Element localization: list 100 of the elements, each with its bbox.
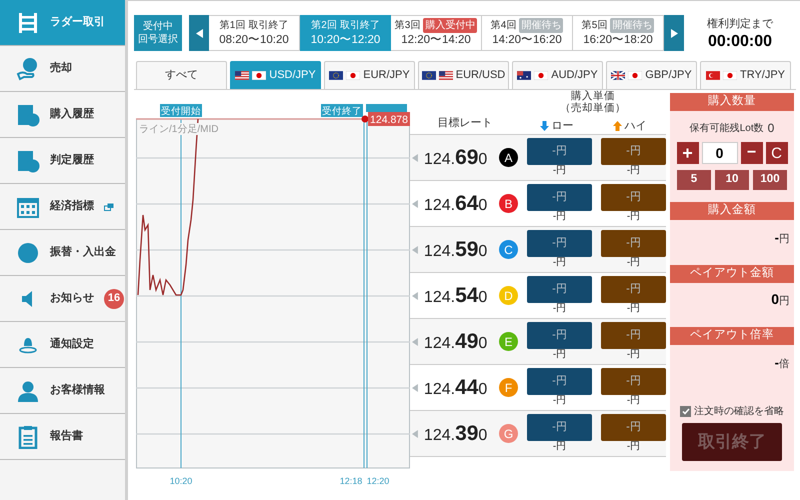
session-status: 購入受付中 xyxy=(423,18,478,33)
low-button[interactable]: -円 xyxy=(527,276,592,303)
unit-label: 倍 xyxy=(779,356,790,372)
pointer-icon xyxy=(412,292,418,300)
low-button[interactable]: -円 xyxy=(527,368,592,395)
high-button[interactable]: -円 xyxy=(601,276,666,303)
rate-letter: B xyxy=(499,194,518,213)
amount-value: - xyxy=(774,229,779,247)
target-rate: 124.640 xyxy=(424,190,488,217)
price-label: -円 xyxy=(552,441,566,453)
eu-flag-icon xyxy=(422,71,436,80)
low-button[interactable]: -円 xyxy=(527,184,592,211)
pointer-icon xyxy=(412,338,418,346)
person-icon xyxy=(16,378,40,402)
plus-button[interactable]: + xyxy=(676,142,698,164)
us-flag-icon xyxy=(235,71,250,80)
checkbox-label: 注文時の確認を省略 xyxy=(694,404,784,419)
currency-tab[interactable]: すべて xyxy=(136,61,227,89)
price-label: -円 xyxy=(626,441,640,453)
low-button[interactable]: -円 xyxy=(527,230,592,257)
rate-letter: F xyxy=(499,378,518,397)
session-time: 14:20〜16:20 xyxy=(492,33,562,48)
target-rate: 124.540 xyxy=(424,282,488,309)
rate-letter: A xyxy=(499,148,518,167)
column-header: ハイ xyxy=(624,119,646,134)
high-button[interactable]: -円 xyxy=(601,368,666,395)
time-label: 12:18 xyxy=(340,476,362,486)
session-tab[interactable]: 第3回 購入受付中 12:20〜14:20 xyxy=(391,15,482,51)
low-button[interactable]: -円 xyxy=(527,138,592,165)
price-label: -円 xyxy=(552,303,566,315)
session-number: 第1回 xyxy=(220,19,246,33)
session-select-button[interactable]: 受付中 回号選択 xyxy=(134,15,182,51)
pointer-icon xyxy=(412,246,418,254)
currency-tab[interactable]: AUD/JPY xyxy=(512,61,603,89)
preset-button[interactable]: 100 xyxy=(753,170,787,190)
high-button[interactable]: -円 xyxy=(601,322,666,349)
up-arrow-icon xyxy=(612,121,622,132)
high-button[interactable]: -円 xyxy=(601,138,666,165)
previous-button[interactable] xyxy=(189,15,209,51)
session-number: 第4回 xyxy=(490,19,516,33)
target-rate: 124.690 xyxy=(424,144,488,171)
price-label: -円 xyxy=(626,257,640,269)
preset-button[interactable]: 5 xyxy=(677,170,711,190)
currency-tab[interactable]: GBP/JPY xyxy=(606,61,697,89)
target-rate: 124.390 xyxy=(424,420,488,447)
session-tab[interactable]: 第1回 取引終了 08:20〜10:20 xyxy=(209,15,300,51)
clear-button[interactable]: C xyxy=(766,142,788,164)
preset-button[interactable]: 10 xyxy=(715,170,749,190)
low-button[interactable]: -円 xyxy=(527,322,592,349)
session-status: 開催待ち xyxy=(610,18,654,33)
session-status: 取引終了 xyxy=(248,19,288,33)
chart-type-label: ライン/1分足/MID xyxy=(138,123,218,135)
currency-tab[interactable]: EUR/USD xyxy=(418,61,509,89)
high-button[interactable]: -円 xyxy=(601,230,666,257)
turkey-flag-icon xyxy=(706,71,720,80)
pointer-icon xyxy=(412,384,418,392)
high-button[interactable]: -円 xyxy=(601,184,666,211)
checkbox[interactable] xyxy=(680,406,691,417)
japan-flag-icon xyxy=(722,71,737,80)
session-number: 第3回 xyxy=(394,19,420,33)
price-label: -円 xyxy=(552,165,566,177)
column-header: 購入単価 （売却単価） xyxy=(560,90,626,114)
pointer-icon xyxy=(412,430,418,438)
session-status: 取引終了 xyxy=(340,19,380,33)
session-tab[interactable]: 第5回 開催待ち 16:20〜18:20 xyxy=(573,15,664,51)
session-number: 第2回 xyxy=(311,19,337,33)
quantity-field[interactable]: 0 xyxy=(702,142,738,164)
high-button[interactable]: -円 xyxy=(601,414,666,441)
judge-label-background xyxy=(366,104,407,112)
amount-value: - xyxy=(774,354,779,372)
lot-label: 保有可能残Lot数 xyxy=(690,122,764,136)
japan-flag-icon xyxy=(534,71,548,80)
section-title: 購入金額 xyxy=(670,202,794,220)
price-label: -円 xyxy=(626,303,640,315)
caret-right-icon xyxy=(670,28,678,38)
eu-flag-icon xyxy=(329,71,344,80)
session-tab[interactable]: 第4回 開催待ち 14:20〜16:20 xyxy=(482,15,573,51)
next-button[interactable] xyxy=(664,15,684,51)
pointer-icon xyxy=(412,154,418,162)
session-time: 16:20〜18:20 xyxy=(583,33,653,48)
currency-tab[interactable]: EUR/JPY xyxy=(324,61,415,89)
target-rate: 124.590 xyxy=(424,236,488,263)
notification-count: 16 xyxy=(104,288,124,308)
time-label: 10:20 xyxy=(170,476,192,486)
uk-flag-icon xyxy=(611,71,626,80)
currency-tab[interactable]: TRY/JPY xyxy=(700,61,791,89)
rate-letter: D xyxy=(499,286,518,305)
column-header: ロー xyxy=(552,119,574,134)
column-header: 目標レート xyxy=(436,116,494,130)
ladder-icon xyxy=(16,10,40,34)
section-title: ペイアウト倍率 xyxy=(670,326,794,345)
low-button[interactable]: -円 xyxy=(527,414,592,441)
minus-button[interactable]: − xyxy=(740,142,762,164)
rate-letter: E xyxy=(499,332,518,351)
section-title: 購入数量 xyxy=(670,93,794,111)
end-label: 受付終了 xyxy=(321,104,363,117)
down-arrow-icon xyxy=(540,121,548,132)
rate-letter: G xyxy=(499,424,518,443)
current-price-label: 124.878 xyxy=(368,112,410,126)
unit-label: 円 xyxy=(779,294,790,309)
